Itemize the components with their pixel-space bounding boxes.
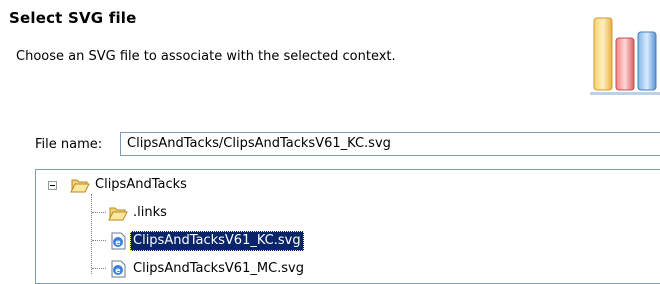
- tree-connector: [92, 212, 106, 213]
- svg-text:e: e: [115, 238, 121, 247]
- tree-node-svg-file[interactable]: e ClipsAndTacksV61_MC.svg: [108, 258, 408, 280]
- collapse-toggle[interactable]: [48, 181, 57, 190]
- tree-node-label: ClipsAndTacks: [95, 177, 187, 192]
- tree-node-svg-file[interactable]: e ClipsAndTacksV61_KC.svg: [108, 230, 408, 252]
- open-folder-icon: [108, 207, 128, 221]
- page-description: Choose an SVG file to associate with the…: [16, 49, 396, 64]
- svg-file-icon: e: [111, 232, 126, 250]
- svg-text:e: e: [115, 266, 121, 275]
- page-title: Select SVG file: [9, 9, 137, 27]
- open-folder-icon: [70, 179, 90, 193]
- file-name-label: File name:: [35, 137, 103, 152]
- svg-file-icon: e: [111, 260, 126, 278]
- tree-node-label: ClipsAndTacksV61_MC.svg: [133, 261, 304, 276]
- file-tree[interactable]: ClipsAndTacks .links e ClipsAndTacksV61_…: [35, 169, 660, 284]
- tree-connector: [92, 268, 106, 269]
- file-name-field[interactable]: ClipsAndTacks/ClipsAndTacksV61_KC.svg: [120, 132, 660, 156]
- tree-node-label: ClipsAndTacksV61_KC.svg: [130, 231, 304, 251]
- tree-node-root[interactable]: ClipsAndTacks: [70, 174, 270, 196]
- wizard-header: Select SVG file Choose an SVG file to as…: [0, 0, 660, 110]
- tree-connector: [91, 194, 92, 274]
- bar-chart-wizard-icon: [590, 17, 660, 95]
- tree-node-label: .links: [133, 205, 167, 220]
- tree-node-links[interactable]: .links: [108, 202, 308, 224]
- tree-connector: [92, 240, 106, 241]
